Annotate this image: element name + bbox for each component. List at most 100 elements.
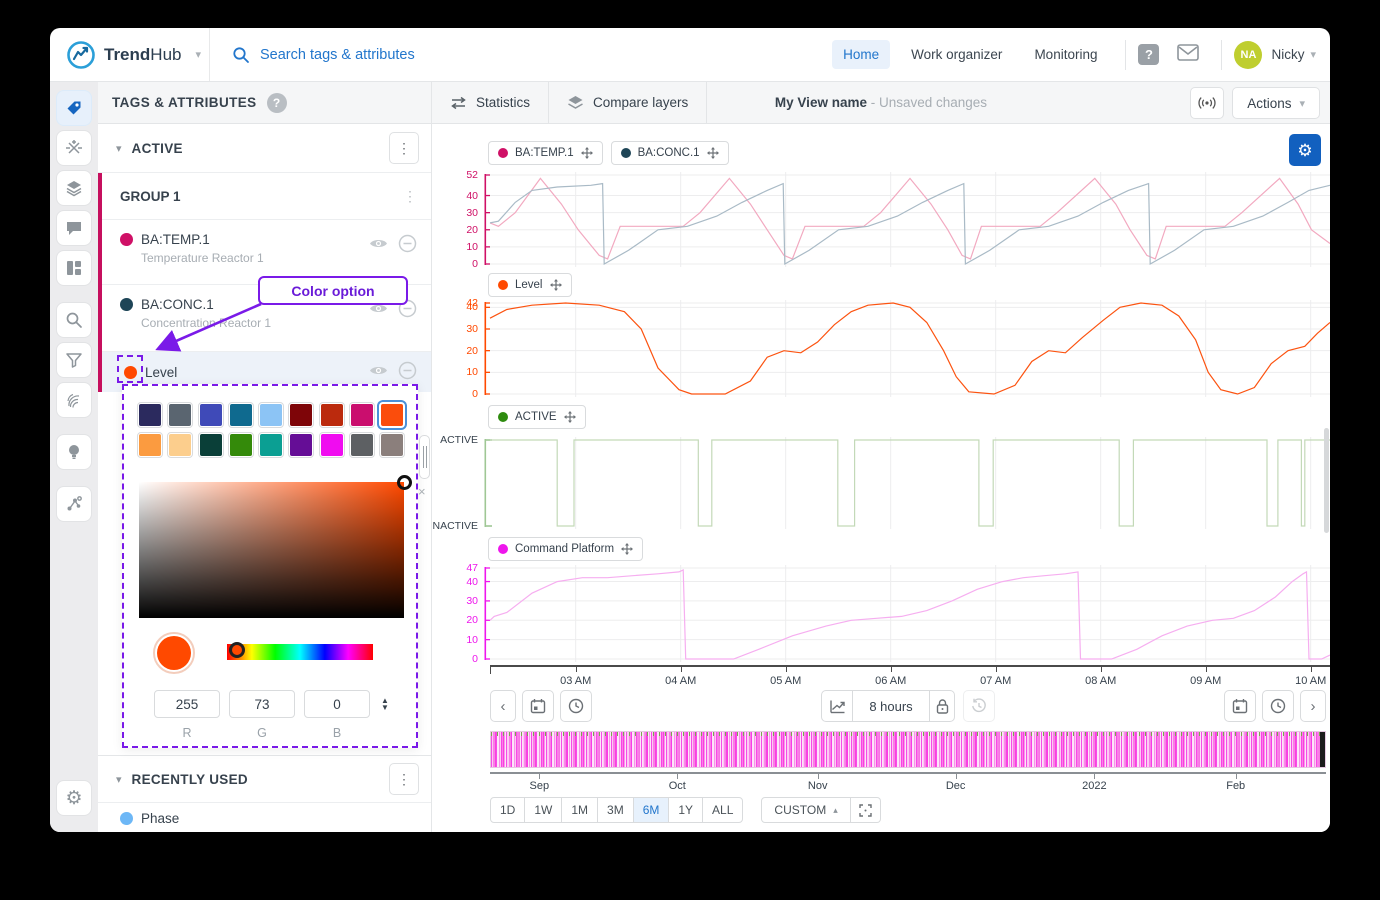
clock-icon[interactable] (560, 690, 592, 722)
rail-idea-icon[interactable] (56, 434, 92, 470)
mail-icon[interactable] (1177, 44, 1199, 66)
move-icon[interactable] (550, 279, 562, 291)
caret-down-icon[interactable]: ▾ (116, 142, 122, 155)
color-swatch[interactable] (288, 402, 314, 428)
legend-chip[interactable]: BA:CONC.1 (611, 141, 729, 165)
color-swatch[interactable] (349, 402, 375, 428)
legend-chip[interactable]: BA:TEMP.1 (488, 141, 603, 165)
color-swatch[interactable] (319, 402, 345, 428)
red-input[interactable] (154, 690, 220, 718)
color-swatch[interactable] (349, 432, 375, 458)
color-swatch[interactable] (198, 402, 224, 428)
rail-search-icon[interactable] (56, 302, 92, 338)
color-swatch[interactable] (137, 432, 163, 458)
nav-monitoring[interactable]: Monitoring (1023, 40, 1108, 69)
calendar-icon[interactable] (522, 690, 554, 722)
saturation-gradient[interactable] (139, 482, 404, 618)
help-icon[interactable]: ? (1138, 44, 1159, 65)
close-icon[interactable]: × (418, 484, 426, 499)
command-platform-plot[interactable] (484, 565, 1330, 662)
user-name[interactable]: Nicky (1271, 47, 1304, 62)
remove-minus-icon[interactable] (398, 361, 417, 380)
gradient-handle[interactable] (397, 475, 412, 490)
rail-filter-icon[interactable] (56, 342, 92, 378)
rail-comments-icon[interactable] (56, 210, 92, 246)
section-active[interactable]: ▾ ACTIVE ⋮ (98, 124, 431, 173)
custom-range-button[interactable]: CUSTOM▴ (761, 797, 850, 823)
rail-tags-icon[interactable] (56, 90, 92, 126)
color-swatch[interactable] (228, 402, 254, 428)
rail-settings-gear-icon[interactable]: ⚙ (56, 780, 92, 816)
tab-statistics[interactable]: Statistics (432, 82, 549, 123)
pan-right-button[interactable]: › (1300, 690, 1326, 722)
caret-down-icon[interactable]: ▾ (1310, 48, 1316, 61)
rail-dashboard-icon[interactable] (56, 250, 92, 286)
trend-compare-icon[interactable] (821, 690, 853, 722)
move-icon[interactable] (564, 411, 576, 423)
help-circle-icon[interactable]: ? (267, 93, 287, 113)
duration-label[interactable]: 8 hours (852, 690, 930, 722)
hue-handle[interactable] (229, 642, 245, 658)
nav-home[interactable]: Home (832, 40, 890, 69)
panel-scrollbar-thumb[interactable] (419, 435, 430, 479)
green-input[interactable] (229, 690, 295, 718)
tag-row-phase[interactable]: Phase (98, 802, 431, 832)
ba-temp-1-ba-conc-1-plot[interactable] (484, 172, 1330, 267)
lock-icon[interactable] (929, 690, 955, 722)
color-swatch[interactable] (258, 432, 284, 458)
active-plot[interactable] (484, 437, 1330, 529)
main-scrollbar-thumb[interactable] (1324, 428, 1329, 533)
move-icon[interactable] (621, 543, 633, 555)
history-icon[interactable] (963, 690, 995, 722)
visibility-eye-icon[interactable] (369, 237, 388, 250)
group-row[interactable]: GROUP 1 ⋮ (98, 173, 431, 220)
series-color-dot[interactable] (120, 298, 133, 311)
section-recently-used[interactable]: ▾ RECENTLY USED ⋮ (98, 756, 431, 802)
legend-chip[interactable]: Level (488, 273, 572, 297)
color-swatch[interactable] (379, 402, 405, 428)
tab-compare-layers[interactable]: Compare layers (549, 82, 707, 123)
calendar-icon[interactable] (1224, 690, 1256, 722)
legend-chip[interactable]: Command Platform (488, 537, 643, 561)
range-button-1w[interactable]: 1W (524, 797, 562, 823)
range-button-1m[interactable]: 1M (561, 797, 598, 823)
pan-left-button[interactable]: ‹ (490, 690, 516, 722)
value-stepper[interactable]: ▲▼ (381, 697, 389, 711)
series-color-dot[interactable] (120, 233, 133, 246)
range-button-all[interactable]: ALL (702, 797, 743, 823)
rail-context-items-icon[interactable] (56, 486, 92, 522)
kebab-menu-icon[interactable]: ⋮ (389, 763, 419, 795)
chart-settings-gear-icon[interactable]: ⚙ (1289, 134, 1321, 166)
caret-down-icon[interactable]: ▾ (195, 48, 201, 61)
color-swatch[interactable] (137, 402, 163, 428)
color-swatch[interactable] (228, 432, 254, 458)
hue-slider[interactable] (227, 644, 373, 660)
avatar[interactable]: NA (1234, 41, 1262, 69)
color-swatch[interactable] (258, 402, 284, 428)
range-button-6m[interactable]: 6M (633, 797, 670, 823)
kebab-menu-icon[interactable]: ⋮ (403, 188, 417, 205)
color-swatch[interactable] (288, 432, 314, 458)
color-swatch[interactable] (198, 432, 224, 458)
broadcast-icon[interactable] (1190, 87, 1224, 119)
remove-minus-icon[interactable] (398, 234, 417, 253)
overview-drag-handle[interactable] (1320, 732, 1325, 767)
move-icon[interactable] (581, 147, 593, 159)
color-swatch[interactable] (319, 432, 345, 458)
color-swatch[interactable] (379, 432, 405, 458)
search-input[interactable] (260, 47, 500, 63)
legend-chip[interactable]: ACTIVE (488, 405, 586, 429)
nav-work-organizer[interactable]: Work organizer (900, 40, 1013, 69)
kebab-menu-icon[interactable]: ⋮ (389, 132, 419, 164)
move-icon[interactable] (707, 147, 719, 159)
visibility-eye-icon[interactable] (369, 364, 388, 377)
expand-icon[interactable] (851, 797, 881, 823)
caret-down-icon[interactable]: ▾ (116, 773, 122, 786)
level-plot[interactable] (484, 300, 1330, 397)
rail-calculations-icon[interactable] (56, 130, 92, 166)
series-color-dot[interactable] (120, 812, 133, 825)
actions-button[interactable]: Actions ▾ (1232, 87, 1320, 119)
range-button-1y[interactable]: 1Y (668, 797, 703, 823)
overview-strip[interactable] (490, 731, 1326, 768)
range-button-3m[interactable]: 3M (597, 797, 634, 823)
